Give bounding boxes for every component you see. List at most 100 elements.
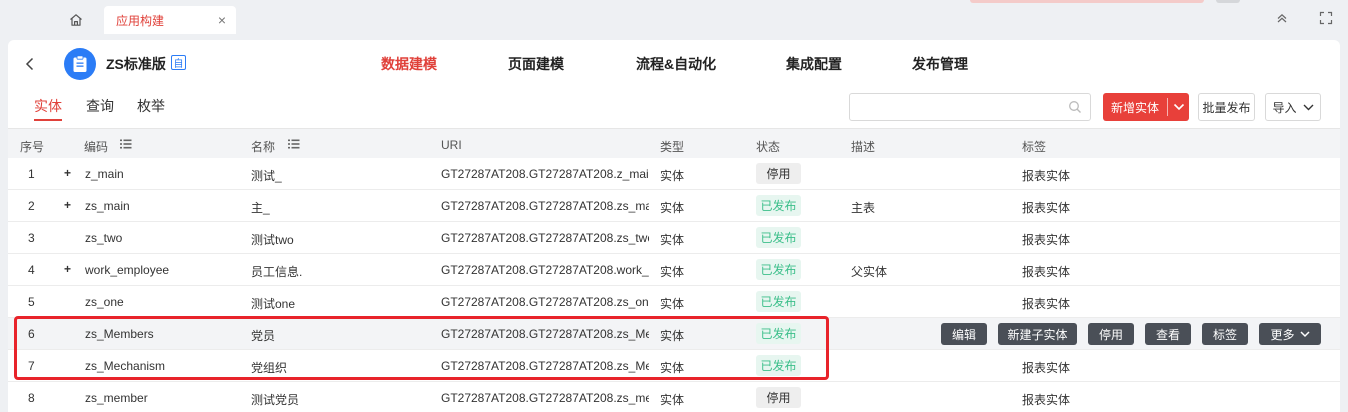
row-type: 实体 [660, 265, 685, 279]
table-row-hovered[interactable]: 6 zs_Members 党员 GT27287AT208.GT27287AT20… [8, 318, 1340, 350]
more-button[interactable]: 更多 [1259, 323, 1321, 345]
top-indicator [970, 0, 1204, 3]
filter-list-icon[interactable] [120, 139, 132, 149]
main-panel: ZS标准版 自 数据建模 页面建模 流程&自动化 集成配置 发布管理 实体 查询… [8, 40, 1340, 412]
chevron-left-icon [25, 57, 34, 71]
chevron-down-icon [1303, 104, 1313, 110]
clipboard-icon [73, 55, 87, 72]
row-name: 测试_ [251, 169, 282, 183]
row-index: 4 [28, 263, 35, 277]
table-row[interactable]: 8 zs_member 测试党员 GT27287AT208.GT27287AT2… [8, 382, 1340, 412]
expand-plus-icon[interactable]: + [64, 167, 74, 179]
chevron-down-icon [1173, 103, 1184, 111]
status-badge: 已发布 [756, 291, 801, 312]
header-index: 序号 [20, 140, 45, 154]
row-name: 主_ [251, 201, 270, 215]
status-badge: 已发布 [756, 195, 801, 216]
row-code: work_employee [85, 263, 170, 277]
home-tab[interactable] [54, 6, 98, 34]
view-button[interactable]: 查看 [1145, 323, 1191, 345]
row-index: 3 [28, 231, 35, 245]
nav-integration[interactable]: 集成配置 [786, 54, 842, 74]
tag-button[interactable]: 标签 [1202, 323, 1248, 345]
nav-flow-automation[interactable]: 流程&自动化 [636, 54, 716, 74]
chevron-down-icon [1299, 330, 1310, 337]
status-badge: 停用 [756, 387, 801, 408]
disable-button[interactable]: 停用 [1088, 323, 1134, 345]
import-label: 导入 [1272, 100, 1297, 115]
table-row[interactable]: 7 zs_Mechanism 党组织 GT27287AT208.GT27287A… [8, 350, 1340, 382]
row-tags: 报表实体 [1022, 169, 1071, 183]
row-type: 实体 [660, 233, 685, 247]
status-badge: 已发布 [756, 259, 801, 280]
status-badge: 已发布 [756, 355, 801, 376]
filter-list-icon[interactable] [288, 139, 300, 149]
row-name: 测试two [251, 233, 294, 247]
row-uri: GT27287AT208.GT27287AT208.zs_Mem... [441, 327, 649, 341]
app-logo [64, 48, 96, 80]
subtab-query[interactable]: 查询 [86, 96, 114, 116]
table-row[interactable]: 3 zs_two 测试two GT27287AT208.GT27287AT208… [8, 222, 1340, 254]
row-type: 实体 [660, 169, 685, 183]
header-desc: 描述 [851, 140, 876, 154]
row-name: 测试党员 [251, 393, 300, 407]
new-child-entity-button[interactable]: 新建子实体 [998, 323, 1077, 345]
row-code: zs_two [85, 231, 123, 245]
row-code: zs_Mechanism [85, 359, 166, 373]
search-icon[interactable] [1068, 100, 1082, 117]
subtab-entity[interactable]: 实体 [34, 96, 62, 116]
header-uri: URI [441, 138, 462, 152]
more-label: 更多 [1270, 327, 1295, 342]
table-row[interactable]: 5 zs_one 测试one GT27287AT208.GT27287AT208… [8, 286, 1340, 318]
batch-publish-button[interactable]: 批量发布 [1198, 93, 1255, 121]
table-row[interactable]: 4 + work_employee 员工信息. GT27287AT208.GT2… [8, 254, 1340, 286]
close-tab-icon[interactable]: × [218, 12, 226, 28]
row-tags: 报表实体 [1022, 361, 1071, 375]
row-name: 员工信息. [251, 265, 303, 279]
header-code: 编码 [84, 140, 109, 154]
fullscreen-icon[interactable] [1318, 10, 1334, 26]
row-type: 实体 [660, 361, 685, 375]
row-index: 5 [28, 295, 35, 309]
table-header: 序号 编码 名称 URI 类型 状态 描述 标签 [8, 128, 1340, 158]
row-index: 1 [28, 167, 35, 181]
row-code: z_main [85, 167, 124, 181]
row-index: 7 [28, 359, 35, 373]
nav-data-modeling[interactable]: 数据建模 [381, 54, 437, 74]
tab-strip: 应用构建 × [0, 0, 1348, 36]
nav-page-modeling[interactable]: 页面建模 [508, 54, 564, 74]
import-button[interactable]: 导入 [1265, 93, 1321, 121]
add-entity-dropdown[interactable] [1168, 103, 1189, 111]
row-uri: GT27287AT208.GT27287AT208.zs_two [441, 231, 649, 245]
row-type: 实体 [660, 297, 685, 311]
header-type: 类型 [660, 140, 685, 154]
row-uri: GT27287AT208.GT27287AT208.zs_main [441, 199, 649, 213]
row-uri: GT27287AT208.GT27287AT208.zs_Mech... [441, 359, 649, 373]
back-button[interactable] [22, 52, 38, 76]
app-build-tab-label: 应用构建 [116, 13, 165, 28]
home-icon [70, 14, 82, 26]
expand-plus-icon[interactable]: + [64, 263, 74, 275]
table-row[interactable]: 2 + zs_main 主_ GT27287AT208.GT27287AT208… [8, 190, 1340, 222]
app-name: ZS标准版 [106, 56, 166, 72]
row-desc: 主表 [851, 201, 876, 215]
row-tags: 报表实体 [1022, 201, 1071, 215]
table-row[interactable]: 1 + z_main 测试_ GT27287AT208.GT27287AT208… [8, 158, 1340, 190]
row-code: zs_Members [85, 327, 154, 341]
row-tags: 报表实体 [1022, 265, 1071, 279]
edit-button[interactable]: 编辑 [941, 323, 987, 345]
status-badge: 已发布 [756, 227, 801, 248]
row-name: 党员 [251, 329, 276, 343]
add-entity-button[interactable]: 新增实体 [1103, 93, 1189, 121]
nav-publish[interactable]: 发布管理 [912, 54, 968, 74]
subtab-enum[interactable]: 枚举 [137, 96, 165, 116]
collapse-up-icon[interactable] [1274, 10, 1290, 26]
row-uri: GT27287AT208.GT27287AT208.work_em... [441, 263, 649, 277]
app-build-tab[interactable]: 应用构建 × [104, 6, 236, 34]
row-code: zs_one [85, 295, 124, 309]
search-box[interactable] [849, 93, 1091, 121]
batch-publish-label: 批量发布 [1202, 100, 1251, 115]
row-index: 8 [28, 391, 35, 405]
row-type: 实体 [660, 329, 685, 343]
expand-plus-icon[interactable]: + [64, 199, 74, 211]
